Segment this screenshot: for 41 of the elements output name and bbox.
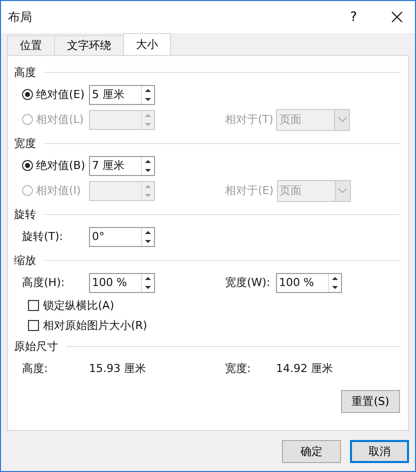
field-label: 宽度(W): [225,275,272,290]
spin-field[interactable]: 100 % [276,272,342,292]
spin-field[interactable] [89,180,155,200]
checkbox[interactable] [28,320,39,330]
checkbox-label: 相对原始图片大小(R) [43,318,148,332]
info-label: 高度: [22,361,48,376]
section-title: 缩放 [14,252,36,268]
relative-label: 相对于(E) [225,183,275,198]
radio-button[interactable] [22,89,33,100]
tab[interactable]: 大小 [123,33,171,55]
spin-field[interactable] [89,110,155,130]
radio-button[interactable] [22,160,33,171]
info-value: 15.93 厘米 [89,361,147,376]
spin-field[interactable]: 7 厘米 [89,156,155,176]
field-label: 旋转(T): [22,229,64,244]
tab[interactable]: 位置 [7,35,55,55]
help-button[interactable]: ? [346,10,361,24]
close-icon[interactable] [391,11,403,23]
checkbox-label: 锁定纵横比(A) [43,298,114,312]
chevron-icon [338,188,348,193]
chevron-icon [338,117,347,122]
radio-label: 绝对值(E) [36,87,85,102]
section-title: 高度 [14,64,36,80]
radio-label: 相对值(I) [36,183,81,198]
dialog-button[interactable]: 取消 [350,440,409,463]
spin-field[interactable]: 100 % [89,272,155,292]
section-title: 宽度 [14,136,36,150]
radio-label: 绝对值(B) [36,158,86,173]
dialog-button[interactable]: 确定 [282,440,341,463]
radio-label: 相对值(L) [36,112,84,127]
section-title: 旋转 [14,206,36,222]
spin-field[interactable]: 5 厘米 [89,84,155,104]
reset-button[interactable]: 重置(S) [341,390,400,413]
section-title: 原始尺寸 [14,338,58,354]
field-label: 高度(H): [22,275,65,290]
checkbox[interactable] [28,300,39,310]
info-value: 14.92 厘米 [276,361,334,376]
window-title: 布局 [8,8,33,26]
spin-field[interactable]: 0° [89,226,155,246]
relative-label: 相对于(T) [225,112,274,127]
info-label: 宽度: [225,361,252,376]
